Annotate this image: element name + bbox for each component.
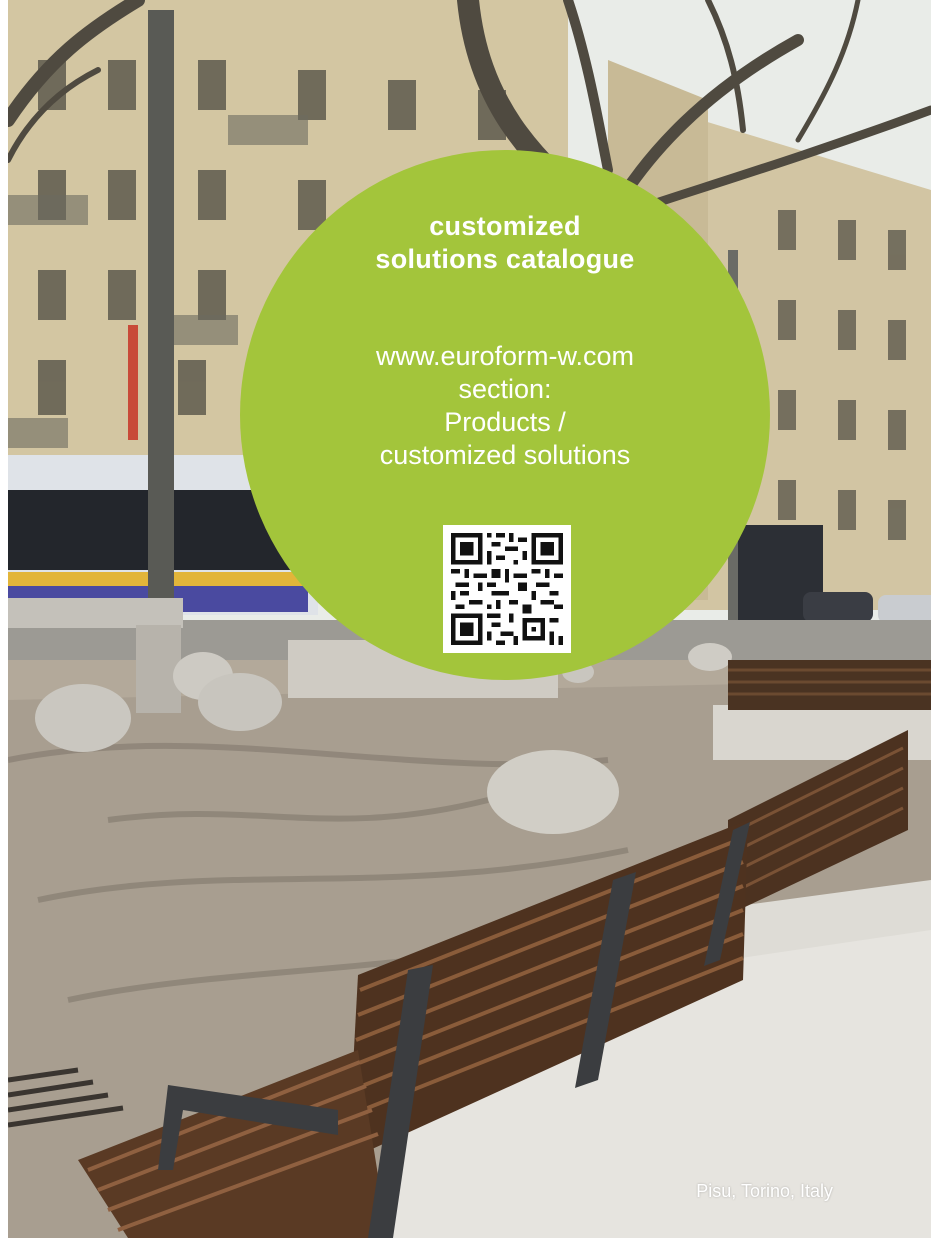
badge-body: www.euroform-w.com section: Products / c… bbox=[240, 340, 770, 472]
photo-caption: Pisu, Torino, Italy bbox=[696, 1181, 833, 1201]
section-label: section: bbox=[458, 374, 552, 404]
catalogue-badge: customized solutions catalogue www.eurof… bbox=[240, 150, 770, 680]
badge-title-line: customized bbox=[429, 211, 581, 241]
section-path: Products / bbox=[444, 407, 566, 437]
badge-title-line: solutions catalogue bbox=[375, 244, 635, 274]
qr-code-icon[interactable] bbox=[443, 525, 571, 653]
badge-title: customized solutions catalogue bbox=[240, 210, 770, 276]
catalogue-page: customized solutions catalogue www.eurof… bbox=[0, 0, 931, 1238]
section-name: customized solutions bbox=[379, 440, 631, 470]
website-url[interactable]: www.euroform-w.com bbox=[240, 340, 770, 373]
